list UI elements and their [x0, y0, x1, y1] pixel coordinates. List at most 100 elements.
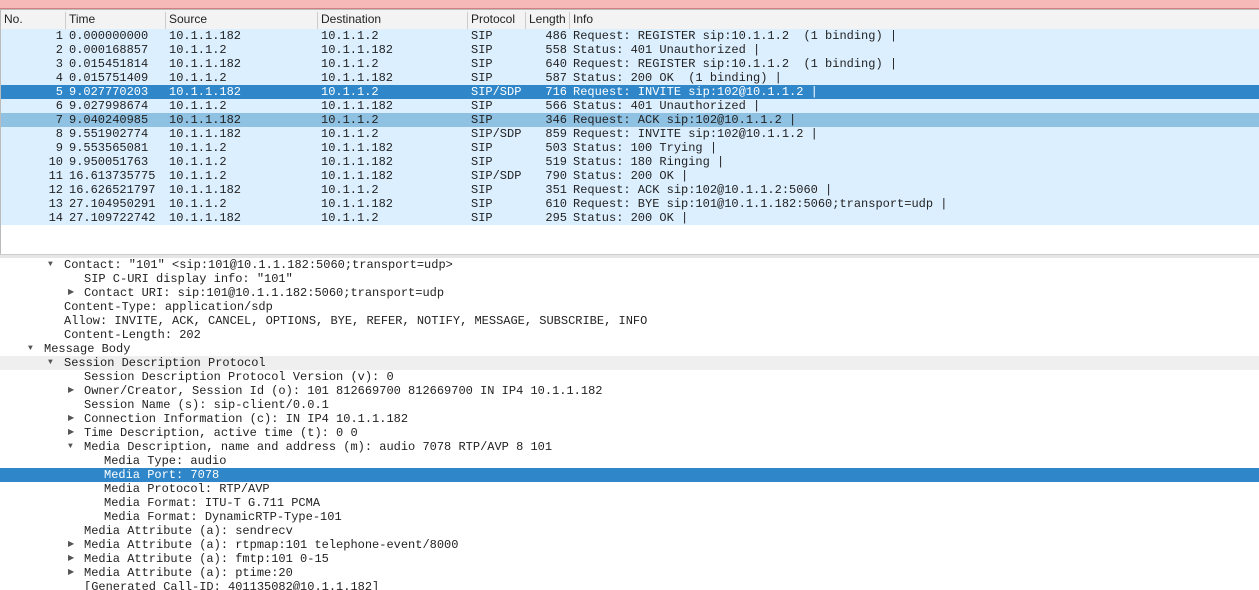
- tree-item[interactable]: SIP C-URI display info: "101": [0, 272, 1259, 286]
- cell-info: Request: INVITE sip:102@10.1.1.2 |: [573, 85, 818, 99]
- packet-list[interactable]: No. Time Source Destination Protocol Length In…: [0, 9, 1259, 255]
- tree-item[interactable]: Media Protocol: RTP/AVP: [0, 482, 1259, 496]
- cell-length: 587: [545, 71, 567, 85]
- tree-item[interactable]: ▶ Connection Information (c): IN IP4 10.1…: [0, 412, 1259, 426]
- cell-no: 8: [55, 127, 63, 141]
- tree-item[interactable]: Allow: INVITE, ACK, CANCEL, OPTIONS, BYE…: [0, 314, 1259, 328]
- column-header-no[interactable]: No.: [1, 12, 65, 29]
- packet-row[interactable]: 6 9.027998674 10.1.1.2 10.1.1.182 SIP 566 Stat…: [1, 99, 1259, 113]
- cell-length: 716: [545, 85, 567, 99]
- cell-protocol: SIP: [471, 71, 493, 85]
- collapse-arrow-icon[interactable]: ▶: [68, 412, 74, 426]
- display-filter-bar[interactable]: [0, 0, 1259, 9]
- cell-source: 10.1.1.2: [169, 141, 227, 155]
- packet-row[interactable]: 8 9.551902774 10.1.1.182 10.1.1.2 SIP/SDP 859…: [1, 127, 1259, 141]
- cell-destination: 10.1.1.182: [321, 197, 394, 211]
- collapse-arrow-icon[interactable]: ▶: [68, 426, 74, 440]
- packet-row[interactable]: 1 0.000000000 10.1.1.182 10.1.1.2 SIP 486 Requ…: [1, 29, 1259, 43]
- cell-source: 10.1.1.2: [169, 71, 227, 85]
- tree-item[interactable]: ▼ Contact: "101" <sip:101@10.1.1.182:5060…: [0, 258, 1259, 272]
- tree-item-label: Media Description, name and address (m):…: [84, 440, 553, 454]
- cell-length: 503: [545, 141, 567, 155]
- packet-row[interactable]: 5 9.027770203 10.1.1.182 10.1.1.2 SIP/SDP 716…: [1, 85, 1259, 99]
- expand-arrow-icon[interactable]: ▼: [68, 440, 73, 454]
- cell-info: Request: BYE sip:101@10.1.1.182:5060;tra…: [573, 197, 948, 211]
- column-header-info[interactable]: Info: [569, 12, 1259, 29]
- packet-details-tree[interactable]: ▼ Contact: "101" <sip:101@10.1.1.182:5060…: [0, 258, 1259, 590]
- tree-item-label: Media Protocol: RTP/AVP: [104, 482, 270, 496]
- expand-arrow-icon[interactable]: ▼: [48, 258, 53, 272]
- tree-item[interactable]: Media Attribute (a): sendrecv: [0, 524, 1259, 538]
- collapse-arrow-icon[interactable]: ▶: [68, 552, 74, 566]
- tree-item[interactable]: ▶ Media Attribute (a): fmtp:101 0-15: [0, 552, 1259, 566]
- cell-length: 558: [545, 43, 567, 57]
- tree-item[interactable]: ▼ Message Body: [0, 342, 1259, 356]
- packet-row[interactable]: 7 9.040240985 10.1.1.182 10.1.1.2 SIP 346 Requ…: [1, 113, 1259, 127]
- cell-protocol: SIP: [471, 197, 493, 211]
- cell-length: 859: [545, 127, 567, 141]
- packet-row[interactable]: 2 0.000168857 10.1.1.2 10.1.1.182 SIP 558 Stat…: [1, 43, 1259, 57]
- cell-no: 11: [48, 169, 63, 183]
- tree-item[interactable]: ▶ Media Attribute (a): ptime:20: [0, 566, 1259, 580]
- cell-length: 610: [545, 197, 567, 211]
- packet-row[interactable]: 4 0.015751409 10.1.1.2 10.1.1.182 SIP 587 Stat…: [1, 71, 1259, 85]
- packet-row[interactable]: 14 27.109722742 10.1.1.182 10.1.1.2 SIP 295 St…: [1, 211, 1259, 225]
- cell-destination: 10.1.1.182: [321, 71, 394, 85]
- tree-item[interactable]: ▶ Owner/Creator, Session Id (o): 101 8126…: [0, 384, 1259, 398]
- cell-destination: 10.1.1.2: [321, 85, 379, 99]
- tree-item[interactable]: ▼ Session Description Protocol: [0, 356, 1259, 370]
- collapse-arrow-icon[interactable]: ▶: [68, 384, 74, 398]
- tree-item[interactable]: [Generated Call-ID: 401135082@10.1.1.182…: [0, 580, 1259, 590]
- column-header-time[interactable]: Time: [65, 12, 165, 29]
- collapse-arrow-icon[interactable]: ▶: [68, 286, 74, 300]
- cell-source: 10.1.1.2: [169, 155, 227, 169]
- packet-row[interactable]: 13 27.104950291 10.1.1.2 10.1.1.182 SIP 610 Re…: [1, 197, 1259, 211]
- tree-item-label: Connection Information (c): IN IP4 10.1.…: [84, 412, 409, 426]
- tree-item[interactable]: ▶ Media Attribute (a): rtpmap:101 telepho…: [0, 538, 1259, 552]
- cell-length: 790: [545, 169, 567, 183]
- column-header-protocol[interactable]: Protocol: [467, 12, 525, 29]
- packet-row[interactable]: 11 16.613735775 10.1.1.2 10.1.1.182 SIP/SDP 7…: [1, 169, 1259, 183]
- tree-item[interactable]: Session Name (s): sip-client/0.0.1: [0, 398, 1259, 412]
- tree-item[interactable]: ▶ Contact URI: sip:101@10.1.1.182:5060;tr…: [0, 286, 1259, 300]
- tree-item-label: Time Description, active time (t): 0 0: [84, 426, 358, 440]
- cell-length: 566: [545, 99, 567, 113]
- tree-item-label: Contact: "101" <sip:101@10.1.1.182:5060;…: [64, 258, 453, 272]
- packet-row[interactable]: 3 0.015451814 10.1.1.182 10.1.1.2 SIP 640 Requ…: [1, 57, 1259, 71]
- tree-item[interactable]: Media Format: DynamicRTP-Type-101: [0, 510, 1259, 524]
- expand-arrow-icon[interactable]: ▼: [28, 342, 33, 356]
- packet-row[interactable]: 9 9.553565081 10.1.1.2 10.1.1.182 SIP 503 Stat…: [1, 141, 1259, 155]
- tree-item[interactable]: Session Description Protocol Version (v)…: [0, 370, 1259, 384]
- cell-info: Request: INVITE sip:102@10.1.1.2 |: [573, 127, 818, 141]
- column-header-destination[interactable]: Destination: [317, 12, 467, 29]
- tree-item[interactable]: ▶ Time Description, active time (t): 0 0: [0, 426, 1259, 440]
- cell-no: 1: [55, 29, 63, 43]
- cell-destination: 10.1.1.182: [321, 141, 394, 155]
- cell-info: Request: ACK sip:102@10.1.1.2 |: [573, 113, 797, 127]
- collapse-arrow-icon[interactable]: ▶: [68, 538, 74, 552]
- tree-item[interactable]: Media Port: 7078: [0, 468, 1259, 482]
- tree-item[interactable]: Media Format: ITU-T G.711 PCMA: [0, 496, 1259, 510]
- tree-item-label: Content-Type: application/sdp: [64, 300, 273, 314]
- column-header-length[interactable]: Length: [525, 12, 569, 29]
- packet-row[interactable]: 10 9.950051763 10.1.1.2 10.1.1.182 SIP 519 Sta…: [1, 155, 1259, 169]
- collapse-arrow-icon[interactable]: ▶: [68, 566, 74, 580]
- cell-length: 519: [545, 155, 567, 169]
- tree-item[interactable]: ▼ Media Description, name and address (m)…: [0, 440, 1259, 454]
- cell-info: Status: 200 OK (1 binding) |: [573, 71, 782, 85]
- cell-protocol: SIP: [471, 57, 493, 71]
- cell-time: 0.000168857: [69, 43, 149, 57]
- cell-no: 5: [55, 85, 63, 99]
- cell-length: 640: [545, 57, 567, 71]
- expand-arrow-icon[interactable]: ▼: [48, 356, 53, 370]
- tree-item[interactable]: Content-Length: 202: [0, 328, 1259, 342]
- packet-row[interactable]: 12 16.626521797 10.1.1.182 10.1.1.2 SIP 351 Re…: [1, 183, 1259, 197]
- tree-item[interactable]: Media Type: audio: [0, 454, 1259, 468]
- column-header-source[interactable]: Source: [165, 12, 317, 29]
- cell-protocol: SIP: [471, 43, 493, 57]
- tree-item-label: Contact URI: sip:101@10.1.1.182:5060;tra…: [84, 286, 445, 300]
- tree-item[interactable]: Content-Type: application/sdp: [0, 300, 1259, 314]
- cell-destination: 10.1.1.2: [321, 113, 379, 127]
- tree-item-label: Media Type: audio: [104, 454, 227, 468]
- cell-no: 3: [55, 57, 63, 71]
